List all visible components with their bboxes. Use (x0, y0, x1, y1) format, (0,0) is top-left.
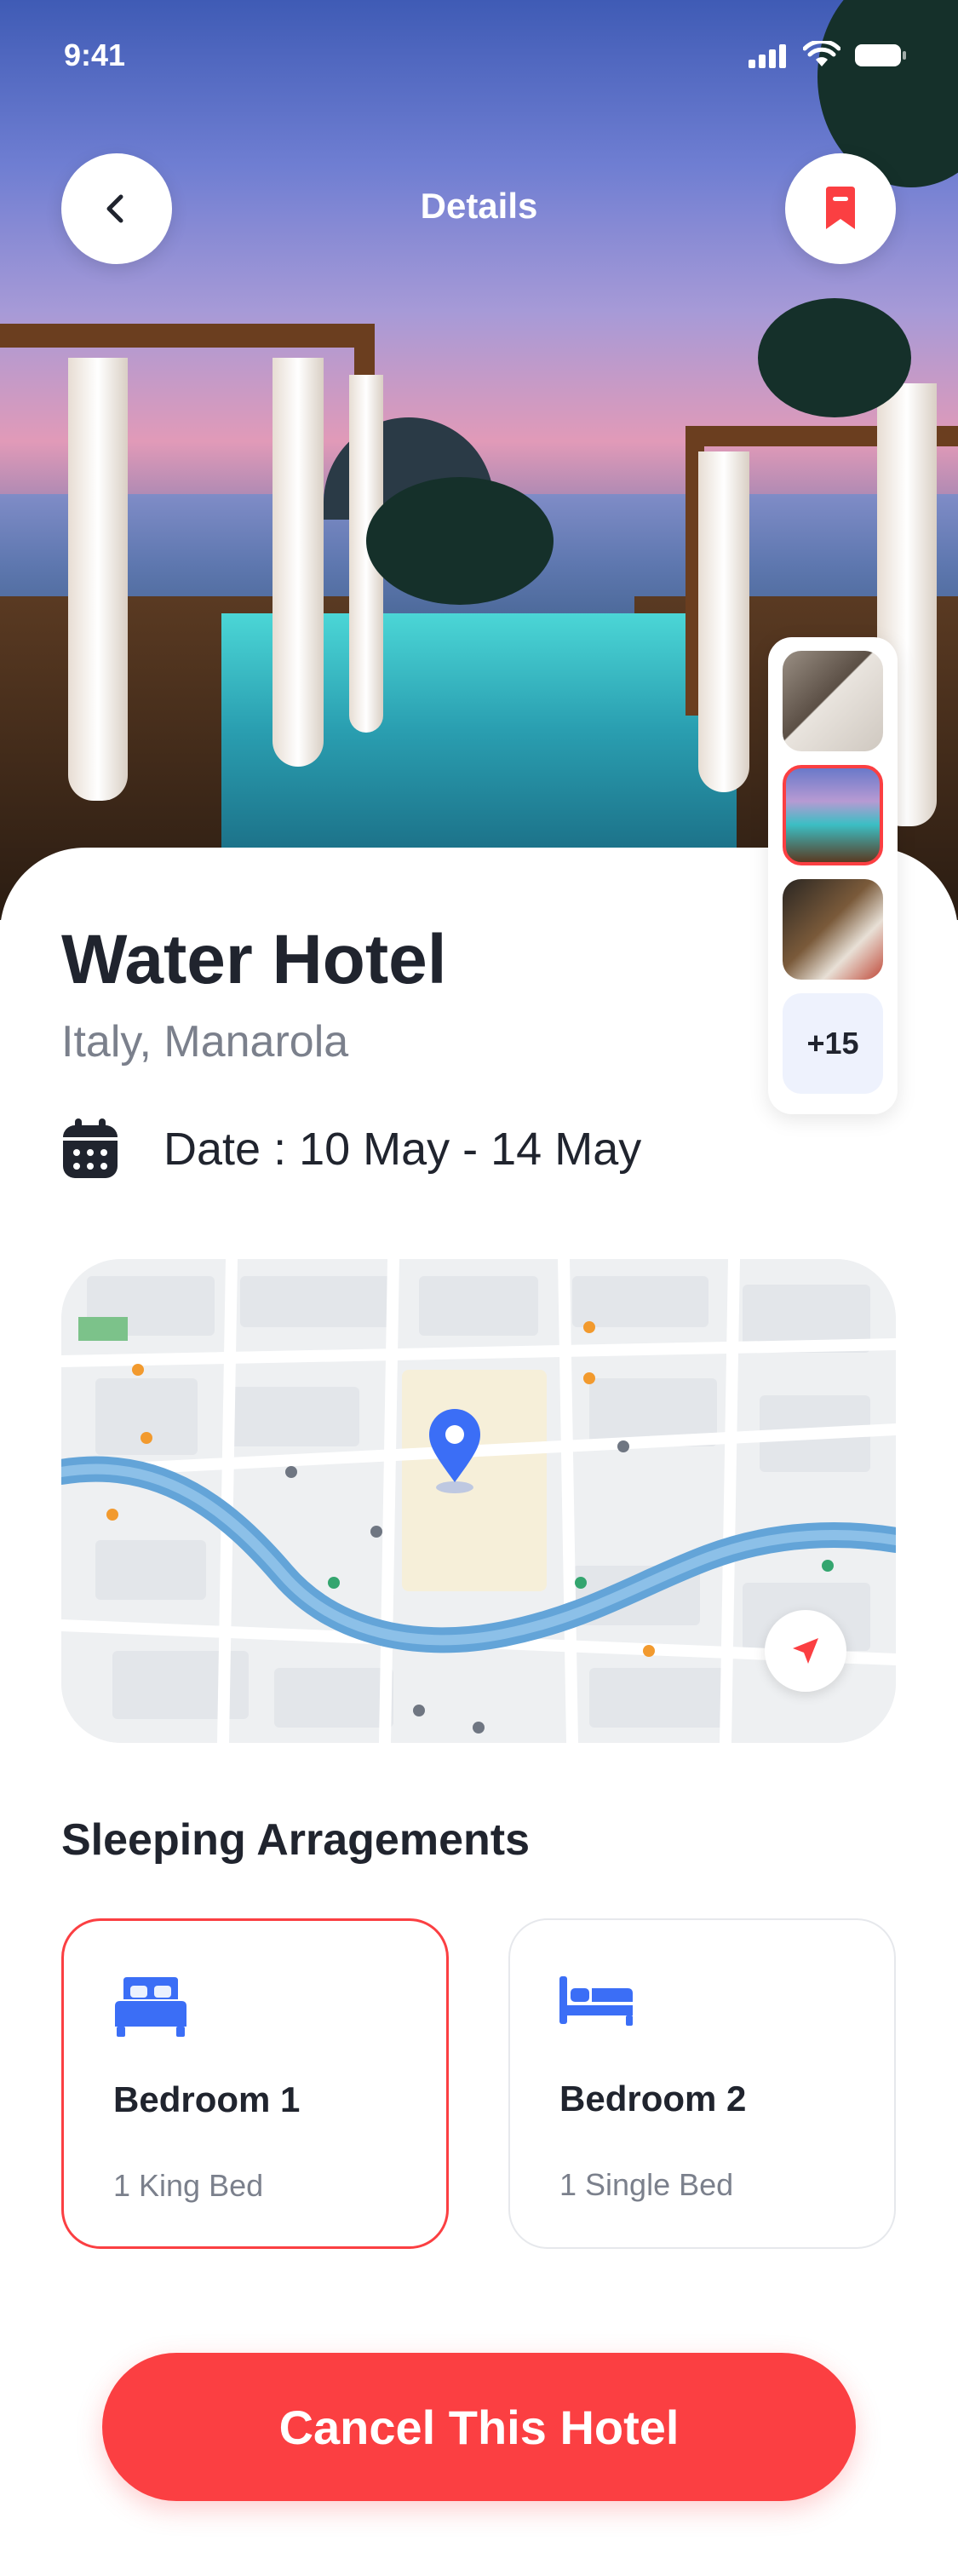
signal-icon (749, 44, 786, 68)
curtain (68, 358, 128, 801)
bedroom-name: Bedroom 2 (559, 2079, 747, 2119)
palm-tree (366, 477, 554, 605)
wifi-icon (803, 41, 840, 66)
curtain (698, 451, 749, 792)
gallery-thumb[interactable] (783, 651, 883, 751)
navigation-icon (793, 1638, 818, 1664)
bedroom-card-1[interactable]: Bedroom 1 1 King Bed (61, 1918, 449, 2249)
date-row: Date : 10 May - 14 May (61, 1118, 641, 1180)
bedroom-card-2[interactable]: Bedroom 2 1 Single Bed (508, 1918, 896, 2249)
single-bed-icon (559, 1976, 634, 2032)
bedroom-beds: 1 Single Bed (559, 2167, 734, 2202)
status-time: 9:41 (64, 37, 126, 72)
calendar-icon (63, 1118, 118, 1178)
hotel-name: Water Hotel (61, 921, 447, 998)
gallery-thumbnails: +15 (768, 637, 898, 1114)
bedroom-name: Bedroom 1 (113, 2079, 301, 2119)
gallery-thumb-selected[interactable] (783, 765, 883, 865)
bookmark-button[interactable] (785, 153, 896, 264)
sleeping-section-title: Sleeping Arragements (61, 1815, 531, 1865)
status-icons (749, 41, 907, 68)
palm-tree (758, 298, 911, 417)
navigate-button[interactable] (765, 1610, 846, 1692)
curtain (272, 358, 324, 767)
hotel-location: Italy, Manarola (61, 1017, 349, 1067)
bedroom-beds: 1 King Bed (113, 2168, 264, 2203)
cancel-hotel-button[interactable]: Cancel This Hotel (102, 2353, 856, 2501)
bookmark-icon (826, 187, 855, 229)
stay-dates: Date : 10 May - 14 May (163, 1124, 642, 1175)
double-bed-icon (113, 1977, 188, 2041)
gallery-thumb[interactable] (783, 879, 883, 980)
battery-icon (855, 44, 906, 66)
location-map[interactable] (61, 1259, 896, 1743)
gallery-more[interactable]: +15 (783, 993, 883, 1094)
status-bar: 9:41 (0, 0, 958, 111)
